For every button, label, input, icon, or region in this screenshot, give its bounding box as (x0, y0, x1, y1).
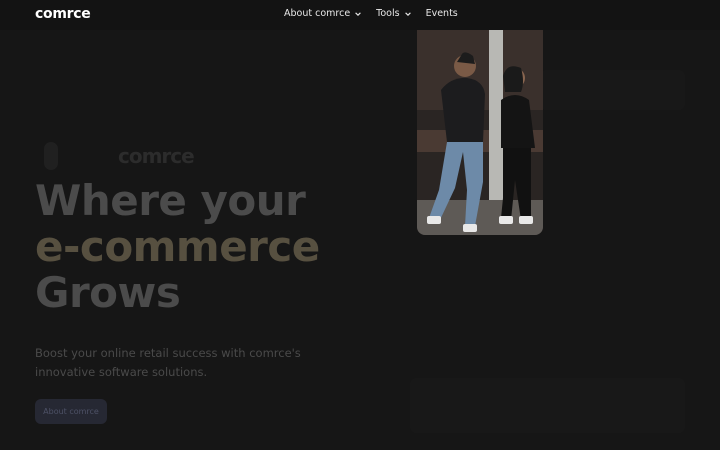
hero-subtext: Boost your online retail success with co… (35, 346, 301, 379)
hero-photo (417, 30, 543, 235)
ghost-brand-logo: comrce (118, 144, 195, 168)
nav-item-tools[interactable]: Tools (376, 8, 411, 19)
nav-item-about-label: About comrce (284, 8, 351, 19)
nav-item-events[interactable]: Events (426, 8, 458, 19)
hero-headline: Where your e-commerce Grows (35, 178, 320, 316)
hero-logo-row: comrce (44, 142, 195, 170)
ghost-panel (540, 70, 685, 110)
people-illustration-icon (417, 30, 543, 235)
top-nav-bar: comrce About comrce Tools Events (0, 0, 720, 30)
main-nav: About comrce Tools Events (284, 8, 458, 19)
chevron-down-icon (355, 11, 361, 16)
comrce-logo[interactable]: comrce (35, 6, 91, 22)
nav-item-tools-label: Tools (376, 8, 400, 19)
chevron-down-icon (404, 11, 411, 16)
headline-line-2: e-commerce (35, 222, 320, 271)
partner-logo-icon (44, 142, 58, 170)
nav-item-events-label: Events (425, 8, 458, 19)
headline-line-3: Grows (35, 268, 181, 317)
nav-item-about[interactable]: About comrce (284, 8, 362, 19)
headline-line-1: Where your (35, 176, 306, 225)
ghost-panel (410, 378, 685, 433)
about-comrce-button[interactable]: About comrce (35, 399, 107, 424)
